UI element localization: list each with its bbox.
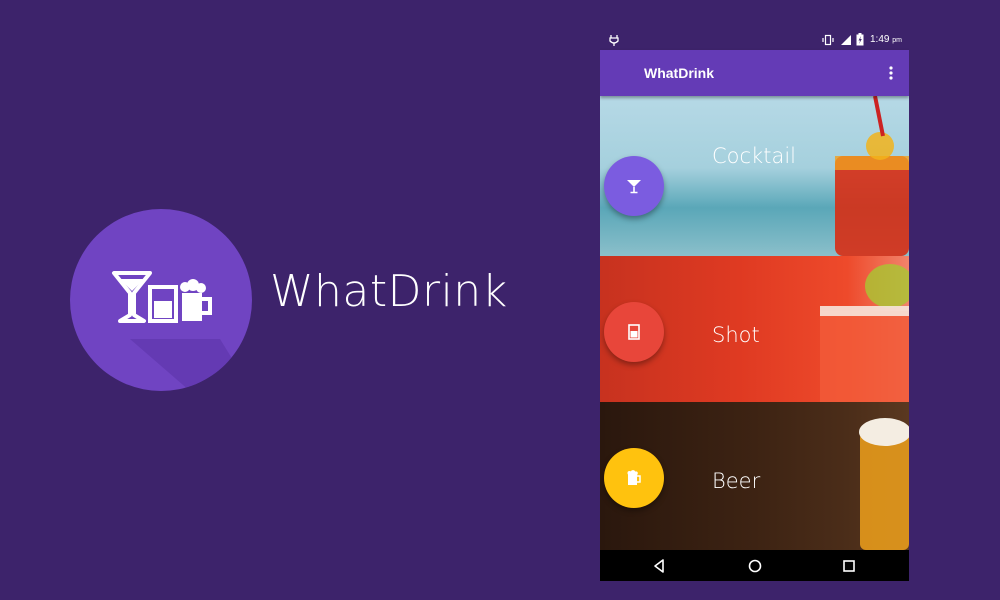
more-vert-icon[interactable] bbox=[886, 64, 896, 82]
status-time: 1:49 pm bbox=[870, 34, 902, 45]
home-icon[interactable] bbox=[747, 558, 763, 574]
signal-icon bbox=[841, 35, 851, 45]
app-title: WhatDrink bbox=[644, 65, 714, 81]
beer-photo bbox=[859, 418, 909, 550]
drinks-icon bbox=[112, 271, 212, 323]
app-bar: WhatDrink bbox=[600, 50, 909, 96]
category-card-shot[interactable]: Shot bbox=[600, 256, 909, 402]
back-icon[interactable] bbox=[652, 558, 668, 574]
brand-name: WhatDrink bbox=[270, 266, 508, 317]
phone-screen: 1:49 pm WhatDrink Cocktail Shot Beer bbox=[600, 30, 909, 581]
cocktail-icon bbox=[627, 180, 641, 194]
shot-button[interactable] bbox=[604, 302, 664, 362]
beer-button[interactable] bbox=[604, 448, 664, 508]
navigation-bar bbox=[600, 550, 909, 581]
category-label-beer: Beer bbox=[712, 469, 761, 493]
app-logo bbox=[70, 209, 252, 391]
android-debug-icon bbox=[609, 35, 619, 46]
cocktail-button[interactable] bbox=[604, 156, 664, 216]
shot-photo bbox=[820, 264, 909, 402]
vibrate-icon bbox=[822, 34, 834, 46]
category-card-beer[interactable]: Beer bbox=[600, 402, 909, 550]
recents-icon[interactable] bbox=[841, 558, 857, 574]
battery-charging-icon bbox=[856, 33, 864, 46]
cocktail-photo bbox=[835, 96, 909, 256]
shot-glass-icon bbox=[628, 324, 640, 340]
category-label-shot: Shot bbox=[712, 323, 760, 347]
category-card-cocktail[interactable]: Cocktail bbox=[600, 96, 909, 256]
beer-mug-icon bbox=[627, 470, 641, 485]
status-bar: 1:49 pm bbox=[600, 30, 909, 50]
category-label-cocktail: Cocktail bbox=[712, 144, 796, 168]
